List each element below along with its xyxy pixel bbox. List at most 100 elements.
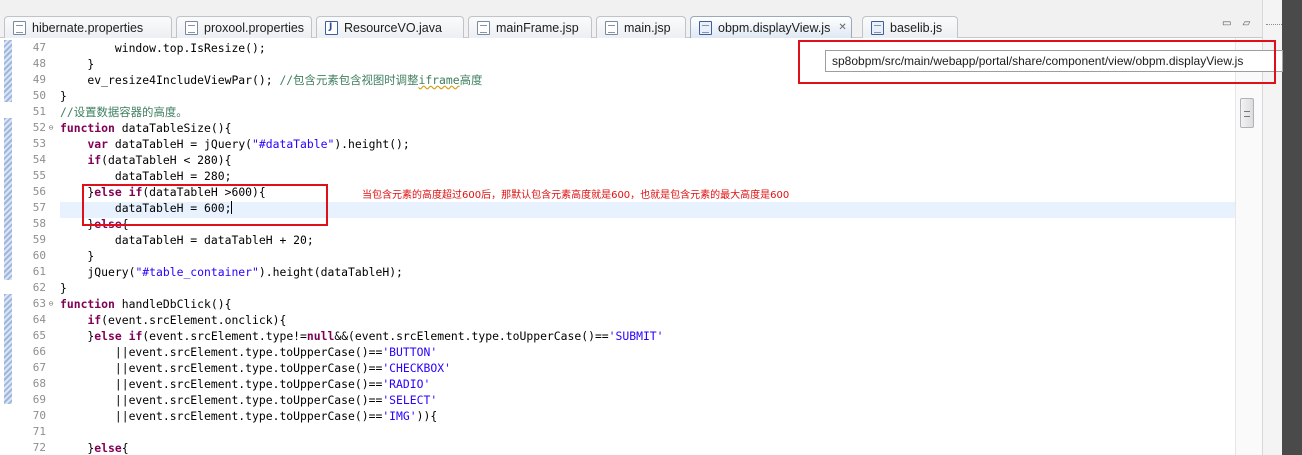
- code-line[interactable]: function dataTableSize(){: [60, 120, 231, 136]
- code-line[interactable]: ||event.srcElement.type.toUpperCase()=='…: [60, 376, 430, 392]
- vertical-scrollbar[interactable]: [1235, 38, 1262, 455]
- line-number-text: 48: [32, 57, 46, 70]
- fold-toggle-icon[interactable]: ⊖: [46, 296, 56, 312]
- tab-label: obpm.displayView.js: [718, 20, 831, 35]
- line-number: 67: [12, 360, 56, 376]
- code-line[interactable]: if(dataTableH < 280){: [60, 152, 231, 168]
- line-number: 54: [12, 152, 56, 168]
- editor-tab-bar: hibernate.properties proxool.properties …: [0, 0, 1262, 38]
- change-marker: [4, 118, 12, 280]
- line-number: 56: [12, 184, 56, 200]
- tab-baselib-js[interactable]: baselib.js: [862, 16, 958, 38]
- line-number: 60: [12, 248, 56, 264]
- line-number-text: 71: [32, 425, 46, 438]
- line-number-text: 50: [32, 89, 46, 102]
- line-number: 64: [12, 312, 56, 328]
- jsp-file-icon: [477, 20, 490, 35]
- tab-hibernate-properties[interactable]: hibernate.properties: [4, 16, 172, 38]
- code-line[interactable]: ev_resize4IncludeViewPar(); //包含元素包含视图时调…: [60, 72, 482, 88]
- tab-mainframe-jsp[interactable]: mainFrame.jsp: [468, 16, 592, 38]
- tab-proxool-properties[interactable]: proxool.properties: [176, 16, 312, 38]
- tab-resourcevo-java[interactable]: ResourceVO.java: [316, 16, 464, 38]
- code-line[interactable]: ||event.srcElement.type.toUpperCase()=='…: [60, 344, 437, 360]
- tab-label: main.jsp: [624, 20, 671, 35]
- line-number: 50: [12, 88, 56, 104]
- line-number-text: 65: [32, 329, 46, 342]
- highlight-box-code: [82, 184, 328, 226]
- code-line[interactable]: ||event.srcElement.type.toUpperCase()=='…: [60, 360, 451, 376]
- minimize-maximize-icons[interactable]: ▭ ▱: [1222, 18, 1254, 29]
- code-line[interactable]: function handleDbClick(){: [60, 296, 231, 312]
- code-line[interactable]: }else if(event.srcElement.type!=null&&(e…: [60, 328, 663, 344]
- code-line[interactable]: ||event.srcElement.type.toUpperCase()=='…: [60, 408, 437, 424]
- code-editor[interactable]: 47 48 49 50 51 52 ⊖ 53 54 55 56 57 58 59 60 61 62 63 ⊖ 64 65…: [0, 38, 1262, 455]
- line-number: 71: [12, 424, 56, 440]
- line-number-text: 62: [32, 281, 46, 294]
- tab-label: proxool.properties: [204, 20, 305, 35]
- line-number-text: 53: [32, 137, 46, 150]
- java-file-icon: [325, 20, 338, 35]
- tab-obpm-displayview-js[interactable]: obpm.displayView.js ✕: [690, 16, 852, 38]
- line-number-text: 58: [32, 217, 46, 230]
- line-number: 49: [12, 72, 56, 88]
- line-number: 65: [12, 328, 56, 344]
- line-number-text: 59: [32, 233, 46, 246]
- line-number: 61: [12, 264, 56, 280]
- code-line[interactable]: }: [60, 280, 67, 296]
- code-line[interactable]: if(event.srcElement.onclick){: [60, 312, 286, 328]
- line-number-text: 47: [32, 41, 46, 54]
- line-number-text: 70: [32, 409, 46, 422]
- code-line[interactable]: }else{: [60, 440, 128, 455]
- code-line[interactable]: }: [60, 56, 94, 72]
- line-number-text: 51: [32, 105, 46, 118]
- code-line[interactable]: dataTableH = 280;: [60, 168, 232, 184]
- line-number: 63 ⊖: [12, 296, 56, 312]
- tab-main-jsp[interactable]: main.jsp: [596, 16, 686, 38]
- code-line[interactable]: ||event.srcElement.type.toUpperCase()=='…: [60, 392, 437, 408]
- line-number-text: 54: [32, 153, 46, 166]
- close-tab-icon[interactable]: ✕: [838, 22, 846, 33]
- code-line[interactable]: }: [60, 248, 94, 264]
- line-number: 52 ⊖: [12, 120, 56, 136]
- code-line[interactable]: var dataTableH = jQuery("#dataTable").he…: [60, 136, 409, 152]
- change-marker: [4, 294, 12, 404]
- window-edge: [1282, 0, 1302, 455]
- code-line[interactable]: }: [60, 88, 67, 104]
- line-number-text: 56: [32, 185, 46, 198]
- code-line[interactable]: //设置数据容器的高度。: [60, 104, 188, 120]
- line-number-text: 72: [32, 441, 46, 454]
- line-number-text: 63: [32, 297, 46, 310]
- line-number: 53: [12, 136, 56, 152]
- line-number: 59: [12, 232, 56, 248]
- code-line[interactable]: window.top.IsResize();: [60, 40, 266, 56]
- fold-toggle-icon[interactable]: ⊖: [46, 120, 56, 136]
- code-line[interactable]: jQuery("#table_container").height(dataTa…: [60, 264, 402, 280]
- code-line[interactable]: dataTableH = dataTableH + 20;: [60, 232, 314, 248]
- line-number: 55: [12, 168, 56, 184]
- line-number-text: 60: [32, 249, 46, 262]
- line-number-text: 68: [32, 377, 46, 390]
- line-number: 48: [12, 56, 56, 72]
- line-number-text: 67: [32, 361, 46, 374]
- properties-file-icon: [13, 20, 26, 35]
- scroll-thumb[interactable]: [1240, 98, 1254, 128]
